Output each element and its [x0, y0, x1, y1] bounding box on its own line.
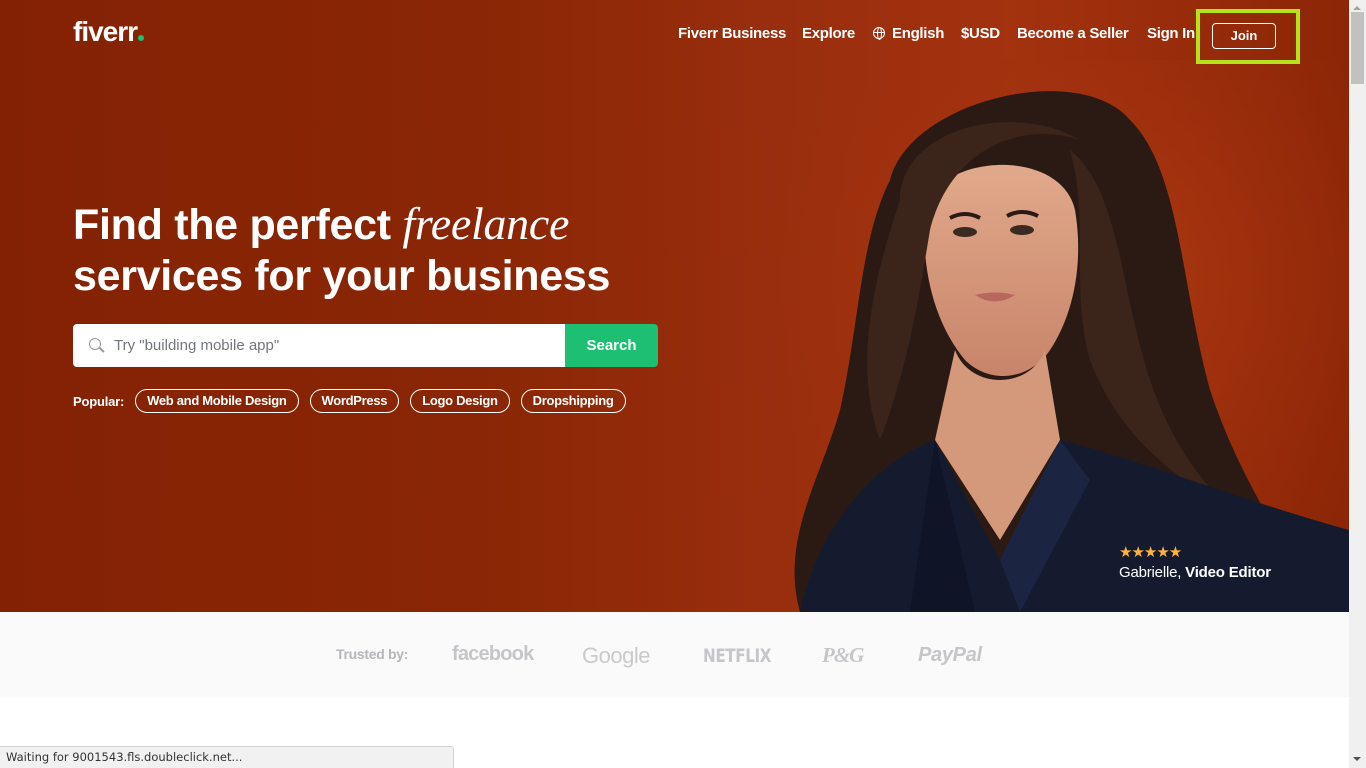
headline-part2: services for your business: [73, 252, 611, 300]
star-rating-icon: ★★★★★: [1119, 544, 1182, 561]
popular-chip-dropshipping[interactable]: Dropshipping: [520, 389, 626, 413]
browser-status-bar: Waiting for 9001543.fls.doubleclick.net.…: [0, 746, 454, 768]
nav-currency[interactable]: $USD: [961, 25, 1000, 42]
join-button[interactable]: Join: [1212, 23, 1276, 49]
pg-logo: P&G: [822, 643, 864, 667]
scroll-down-arrow-icon[interactable]: [1349, 751, 1366, 768]
google-logo: Google: [582, 643, 650, 668]
freelancer-first-name: Gabrielle,: [1119, 564, 1182, 581]
page: fiverr Fiverr Business Explore English $…: [0, 0, 1349, 768]
freelancer-caption: ★★★★★ Gabrielle, Video Editor: [1119, 545, 1271, 583]
vertical-scrollbar[interactable]: [1349, 0, 1366, 768]
headline-part1: Find the perfect: [73, 201, 403, 249]
freelancer-name: Gabrielle, Video Editor: [1119, 563, 1271, 583]
site-header: fiverr Fiverr Business Explore English $…: [0, 0, 1349, 70]
netflix-logo: NETFLIX: [703, 645, 772, 667]
hero-section: fiverr Fiverr Business Explore English $…: [0, 0, 1349, 612]
scroll-thumb[interactable]: [1351, 12, 1364, 84]
nav-explore[interactable]: Explore: [802, 25, 855, 42]
trusted-by-section: Trusted by: facebook Google NETFLIX P&G …: [0, 612, 1349, 697]
facebook-logo: facebook: [452, 643, 534, 665]
search-icon: [89, 338, 101, 350]
popular-chip-logo-design[interactable]: Logo Design: [410, 389, 510, 413]
hero-headline: Find the perfect freelance services for …: [73, 198, 610, 302]
popular-label: Popular:: [73, 393, 125, 409]
nav-sign-in[interactable]: Sign In: [1147, 25, 1195, 42]
hero-photo-freelancer: [760, 60, 1349, 612]
popular-searches: Popular: Web and Mobile Design WordPress…: [73, 389, 637, 413]
nav-fiverr-business[interactable]: Fiverr Business: [678, 25, 786, 42]
popular-chip-web-mobile-design[interactable]: Web and Mobile Design: [135, 389, 299, 413]
headline-emphasis: freelance: [402, 198, 570, 249]
search-button[interactable]: Search: [565, 324, 658, 367]
nav-language-label: English: [892, 25, 945, 42]
search-bar: Search: [73, 324, 658, 367]
search-input[interactable]: [114, 324, 554, 367]
paypal-logo: PayPal: [918, 644, 982, 666]
freelancer-role: Video Editor: [1185, 564, 1271, 581]
top-nav: Fiverr Business Explore English $USD Bec…: [0, 25, 1349, 47]
nav-language[interactable]: English: [873, 25, 944, 42]
globe-icon: [873, 27, 885, 40]
trusted-by-label: Trusted by:: [336, 646, 409, 662]
nav-become-seller[interactable]: Become a Seller: [1017, 25, 1129, 42]
search-box: [73, 324, 566, 367]
popular-chip-wordpress[interactable]: WordPress: [309, 389, 400, 413]
